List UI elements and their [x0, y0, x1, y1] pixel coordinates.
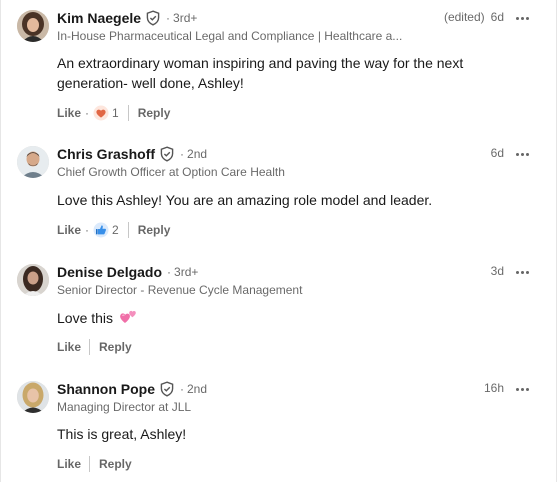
author-line: Chris Grashoff · 2nd — [57, 146, 207, 162]
reaction-count[interactable]: 2 — [112, 223, 119, 237]
connection-degree: 2nd — [187, 382, 208, 396]
avatar-photo — [17, 381, 49, 413]
like-button[interactable]: Like — [57, 340, 81, 354]
comment-actions: Like · 2 Reply — [57, 222, 170, 238]
more-options-icon[interactable] — [515, 266, 531, 278]
more-options-icon[interactable] — [515, 383, 531, 395]
separator-dot: · — [85, 223, 90, 237]
verified-shield-icon — [160, 146, 174, 162]
reply-button[interactable]: Reply — [138, 106, 171, 120]
comment-text: Love this Ashley! You are an amazing rol… — [57, 192, 433, 208]
like-button[interactable]: Like — [57, 223, 81, 237]
comment-meta: 6d — [491, 146, 504, 160]
more-options-icon[interactable] — [515, 12, 531, 24]
comment-text: This is great, Ashley! — [57, 426, 187, 442]
avatar[interactable] — [17, 264, 49, 296]
author-name[interactable]: Chris Grashoff — [57, 146, 155, 162]
action-divider — [127, 222, 129, 238]
more-options-icon[interactable] — [515, 148, 531, 160]
author-headline: Chief Growth Officer at Option Care Heal… — [57, 165, 285, 179]
connection-degree: 2nd — [187, 147, 208, 161]
reaction-count[interactable]: 1 — [112, 106, 119, 120]
connection-degree: 3rd+ — [173, 11, 198, 25]
comment-actions: Like Reply — [57, 456, 132, 472]
comment-actions: Like Reply — [57, 339, 132, 355]
author-name[interactable]: Kim Naegele — [57, 10, 141, 26]
avatar-photo — [17, 146, 49, 178]
author-name[interactable]: Denise Delgado — [57, 264, 162, 280]
edited-label: (edited) — [443, 10, 485, 24]
timestamp: 16h — [483, 381, 504, 395]
separator-dot: · — [85, 106, 90, 120]
author-line: Kim Naegele · 3rd+ — [57, 10, 197, 26]
comment-text: An extraordinary woman inspiring and pav… — [57, 55, 464, 91]
avatar[interactable] — [17, 146, 49, 178]
verified-shield-icon — [146, 10, 160, 26]
avatar[interactable] — [17, 10, 49, 42]
like-button[interactable]: Like — [57, 106, 81, 120]
author-name[interactable]: Shannon Pope — [57, 381, 155, 397]
avatar-photo — [17, 264, 49, 296]
avatar[interactable] — [17, 381, 49, 413]
author-line: Denise Delgado · 3rd+ — [57, 264, 198, 280]
comment-meta: 16h — [484, 381, 504, 395]
two-hearts-emoji-icon — [120, 310, 136, 323]
frame-border-left — [0, 0, 1, 482]
separator-dot: · — [180, 147, 185, 161]
author-headline: Senior Director - Revenue Cycle Manageme… — [57, 283, 303, 297]
separator-dot: · — [167, 265, 172, 279]
heart-reaction-icon[interactable] — [93, 105, 109, 121]
comment-text-content: Love this — [57, 310, 114, 326]
timestamp: 3d — [490, 264, 504, 278]
action-divider — [89, 339, 91, 355]
author-line: Shannon Pope · 2nd — [57, 381, 207, 397]
comment-meta: (edited) 6d — [444, 10, 504, 24]
action-divider — [89, 456, 91, 472]
reply-button[interactable]: Reply — [138, 223, 171, 237]
connection-degree: 3rd+ — [174, 265, 199, 279]
comment-text: Love this — [57, 307, 507, 328]
comment-actions: Like · 1 Reply — [57, 105, 170, 121]
separator-dot: · — [180, 382, 184, 396]
author-headline: In-House Pharmaceutical Legal and Compli… — [57, 29, 403, 43]
thumbs-up-reaction-icon[interactable] — [93, 222, 109, 238]
avatar-photo — [17, 10, 49, 42]
timestamp: 6d — [490, 146, 504, 160]
verified-shield-icon — [160, 381, 174, 397]
timestamp: 6d — [490, 10, 504, 24]
reply-button[interactable]: Reply — [99, 457, 132, 471]
separator-dot: · — [166, 11, 171, 25]
like-button[interactable]: Like — [57, 457, 81, 471]
reply-button[interactable]: Reply — [99, 340, 132, 354]
author-headline: Managing Director at JLL — [57, 400, 192, 414]
action-divider — [127, 105, 129, 121]
comment-meta: 3d — [491, 264, 504, 278]
